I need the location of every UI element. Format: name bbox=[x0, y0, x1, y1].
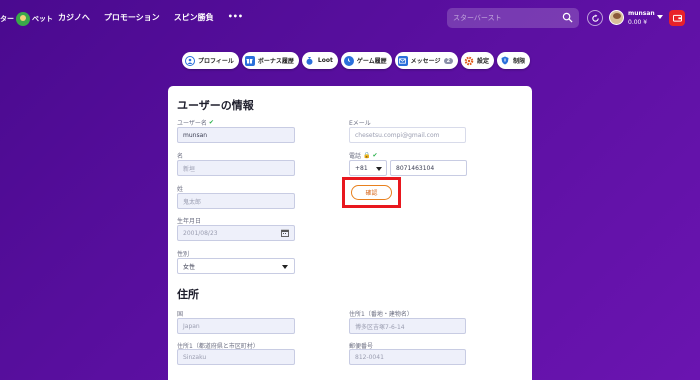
site-logo[interactable]: ター ベット bbox=[0, 10, 53, 28]
address1-field: 博多区吉塚7-6-14 bbox=[349, 318, 466, 334]
phone-label: 電話 🔒 ✔ bbox=[349, 151, 378, 160]
verified-check-icon: ✔ bbox=[208, 119, 214, 126]
search-input[interactable] bbox=[453, 14, 553, 22]
cashier-button[interactable] bbox=[669, 10, 685, 26]
tab-settings[interactable]: 設定 bbox=[461, 52, 495, 69]
main-nav-links: カジノへ プロモーション スピン勝負 ••• bbox=[58, 12, 243, 23]
email-field: chesetsu.compi@gmail.com bbox=[349, 127, 466, 143]
verified-check-icon: ✔ bbox=[372, 152, 378, 159]
confirm-button[interactable]: 確認 bbox=[351, 185, 392, 200]
firstname-value: 鬼太郎 bbox=[183, 198, 202, 206]
nav-link-spin-battle[interactable]: スピン勝負 bbox=[174, 12, 214, 23]
lastname-field: 新垣 bbox=[177, 160, 295, 176]
lastname-value: 新垣 bbox=[183, 165, 196, 173]
chevron-down-icon bbox=[282, 265, 288, 269]
refresh-icon bbox=[591, 13, 599, 22]
username-label-text: ユーザー名 bbox=[177, 120, 207, 127]
search-icon[interactable] bbox=[562, 12, 573, 23]
tab-label: プロフィール bbox=[198, 58, 234, 65]
logo-text-right: ベット bbox=[32, 15, 53, 23]
phone-number-field[interactable]: 8071463104 bbox=[390, 160, 467, 176]
gender-value: 女性 bbox=[183, 263, 196, 271]
wallet-icon bbox=[672, 14, 682, 22]
shield-icon bbox=[500, 56, 510, 66]
dob-label: 生年月日 bbox=[177, 218, 202, 225]
tab-profile[interactable]: プロフィール bbox=[182, 52, 239, 69]
refresh-button[interactable] bbox=[587, 10, 603, 26]
tab-loot[interactable]: Loot bbox=[301, 52, 338, 69]
tab-label: ゲーム履歴 bbox=[356, 58, 387, 65]
email-value: chesetsu.compi@gmail.com bbox=[355, 131, 440, 139]
address1-label: 住所1（番地・建物名） bbox=[349, 311, 413, 318]
user-circle-icon bbox=[185, 55, 195, 66]
tab-game-history[interactable]: ゲーム履歴 bbox=[340, 52, 392, 69]
username-label: ユーザー名 ✔ bbox=[177, 118, 214, 127]
phone-code-value: +81 bbox=[355, 164, 368, 172]
chevron-down-icon[interactable] bbox=[657, 15, 663, 19]
username-field[interactable]: munsan bbox=[177, 127, 295, 143]
clock-icon bbox=[343, 55, 354, 66]
tab-label: 制限 bbox=[513, 58, 526, 65]
nav-more-button[interactable]: ••• bbox=[228, 12, 243, 23]
profile-card: ユーザーの情報 ユーザー名 ✔ munsan Eメール chesetsu.com… bbox=[168, 86, 532, 380]
address2-field: Sinzaku bbox=[177, 349, 295, 365]
phone-number-value: 8071463104 bbox=[396, 164, 435, 172]
country-value: Japan bbox=[183, 322, 200, 330]
mascot-icon bbox=[16, 12, 30, 26]
highlight-box: 確認 bbox=[342, 177, 401, 208]
top-navigation: ター ベット カジノへ プロモーション スピン勝負 ••• munsan 0.0… bbox=[0, 0, 700, 38]
tab-limits[interactable]: 制限 bbox=[497, 52, 531, 69]
mail-icon bbox=[397, 55, 408, 66]
address2-value: Sinzaku bbox=[183, 353, 207, 361]
username-value: munsan bbox=[183, 131, 208, 139]
dob-field: 2001/08/23 bbox=[177, 225, 295, 241]
page-title: ユーザーの情報 bbox=[177, 99, 254, 112]
logo-text-left: ター bbox=[0, 15, 14, 23]
tab-label: ボーナス履歴 bbox=[257, 58, 294, 65]
country-field: Japan bbox=[177, 318, 295, 334]
user-account-block[interactable]: munsan 0.00 ¥ bbox=[628, 10, 655, 26]
firstname-field: 鬼太郎 bbox=[177, 193, 295, 209]
message-count-badge: 2 bbox=[443, 57, 454, 64]
phone-label-text: 電話 bbox=[349, 153, 362, 160]
lastname-label: 名 bbox=[177, 153, 184, 160]
country-label: 国 bbox=[177, 311, 184, 318]
calendar-icon[interactable] bbox=[281, 229, 289, 237]
postal-value: 812-0041 bbox=[355, 353, 384, 361]
lock-icon: 🔒 bbox=[363, 152, 371, 159]
avatar[interactable] bbox=[609, 10, 624, 25]
nav-link-promotions[interactable]: プロモーション bbox=[104, 12, 160, 23]
tab-label: 設定 bbox=[477, 58, 490, 65]
address-title: 住所 bbox=[177, 288, 199, 301]
chevron-down-icon bbox=[376, 167, 382, 171]
money-bag-icon bbox=[305, 56, 315, 66]
tab-label: Loot bbox=[317, 57, 333, 64]
search-box bbox=[447, 8, 579, 28]
firstname-label: 姓 bbox=[177, 186, 184, 193]
postal-field: 812-0041 bbox=[349, 349, 466, 365]
balance-display: 0.00 ¥ bbox=[628, 19, 648, 26]
tab-messages[interactable]: メッセージ 2 bbox=[394, 52, 459, 69]
phone-country-code-select[interactable]: +81 bbox=[349, 160, 387, 176]
gear-icon bbox=[464, 56, 474, 66]
gender-label: 性別 bbox=[177, 251, 190, 258]
gift-icon bbox=[244, 55, 255, 66]
account-tabs: プロフィール ボーナス履歴 Loot ゲーム履歴 メッセージ 2 設定 制限 bbox=[182, 52, 531, 69]
gender-select[interactable]: 女性 bbox=[177, 258, 295, 274]
tab-label: メッセージ bbox=[410, 58, 441, 65]
email-label: Eメール bbox=[349, 120, 371, 127]
username-display: munsan bbox=[628, 10, 655, 17]
nav-link-casino[interactable]: カジノへ bbox=[58, 12, 90, 23]
dob-value: 2001/08/23 bbox=[183, 229, 218, 237]
tab-bonus-history[interactable]: ボーナス履歴 bbox=[241, 52, 299, 69]
address1-value: 博多区吉塚7-6-14 bbox=[355, 323, 405, 331]
